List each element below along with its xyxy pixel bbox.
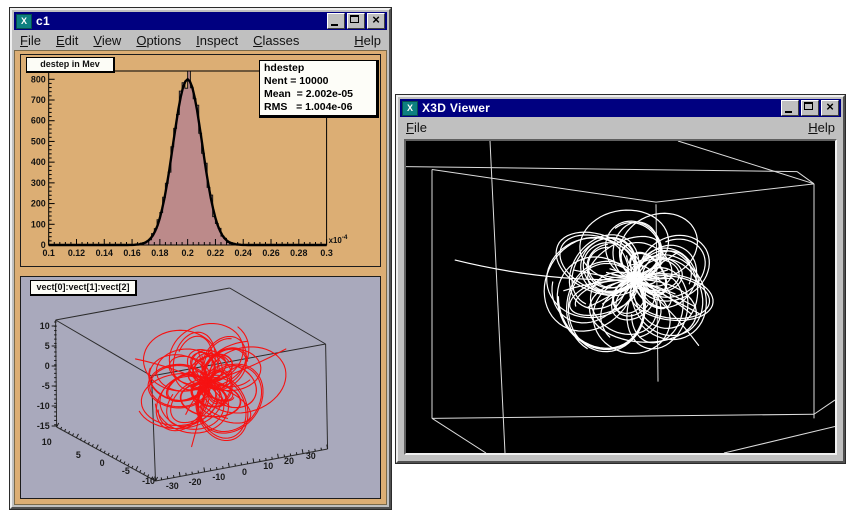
scatter3d-pad[interactable]: 10 5 0 -5 -10 -15 10 5 0 -5 -10 -30 -20 -10 0 10 20 30 ve… (20, 276, 381, 499)
minimize-button-icon[interactable] (327, 13, 345, 29)
svg-text:10: 10 (40, 321, 50, 331)
menu-item-file[interactable]: File (20, 33, 41, 48)
x11-app-icon: X (16, 13, 32, 29)
svg-text:0: 0 (242, 467, 247, 477)
svg-text:-5: -5 (42, 381, 50, 391)
svg-text:-10: -10 (142, 476, 155, 486)
svg-text:0.26: 0.26 (262, 248, 279, 258)
menu-item-help[interactable]: Help (354, 33, 381, 48)
stats-entries: Nent = 10000 (264, 75, 329, 87)
svg-text:-15: -15 (37, 421, 50, 431)
svg-text:100: 100 (31, 219, 46, 229)
menu-bar: File Help (400, 117, 841, 137)
svg-text:-5: -5 (122, 466, 130, 476)
svg-text:10: 10 (42, 437, 52, 447)
x3d-scene[interactable] (406, 141, 835, 453)
svg-text:-20: -20 (189, 477, 202, 487)
menu-item-inspect[interactable]: Inspect (196, 33, 238, 48)
svg-text:0.16: 0.16 (123, 248, 140, 258)
svg-text:-30: -30 (166, 481, 179, 491)
menu-item-options[interactable]: Options (136, 33, 181, 48)
maximize-button-icon[interactable] (801, 100, 819, 116)
title-bar[interactable]: X c1 (14, 12, 387, 30)
menu-item-view[interactable]: View (93, 33, 121, 48)
svg-text:700: 700 (31, 95, 46, 105)
x3d-viewport[interactable] (404, 139, 837, 455)
scatter3d-plot[interactable]: 10 5 0 -5 -10 -15 10 5 0 -5 -10 -30 -20 -10 0 10 20 30 (21, 277, 380, 498)
menu-item-help[interactable]: Help (808, 120, 835, 135)
svg-text:20: 20 (284, 456, 294, 466)
svg-text:600: 600 (31, 116, 46, 126)
svg-text:0: 0 (100, 458, 105, 468)
menu-items: File (406, 120, 442, 135)
svg-text:10: 10 (263, 461, 273, 471)
scatter3d-title-box[interactable]: vect[0]:vect[1]:vect[2] (30, 280, 137, 296)
root-canvas[interactable]: 0 100 200 300 400 500 600 700 800 0.1 0.12 0.14 0.16… (14, 50, 387, 505)
stats-mean: Mean = 2.002e-05 (264, 88, 354, 100)
x11-app-icon: X (402, 100, 418, 116)
svg-text:0.12: 0.12 (68, 248, 85, 258)
svg-text:0: 0 (45, 361, 50, 371)
stats-rms: RMS = 1.004e-06 (264, 101, 353, 113)
pad-gap (20, 267, 381, 276)
histogram-title-box[interactable]: destep in Mev (26, 57, 115, 73)
close-button-icon[interactable] (367, 12, 385, 29)
stats-box[interactable]: hdestep Nent = 10000 Mean = 2.002e-05 RM… (259, 60, 379, 118)
svg-text:0.3: 0.3 (320, 248, 332, 258)
svg-text:0.1: 0.1 (43, 248, 55, 258)
close-button-icon[interactable] (821, 99, 839, 116)
menu-item-edit[interactable]: Edit (56, 33, 78, 48)
svg-text:x10-4: x10-4 (329, 234, 348, 245)
window-title: X3D Viewer (422, 101, 491, 115)
svg-text:0.22: 0.22 (207, 248, 224, 258)
svg-text:30: 30 (306, 451, 316, 461)
svg-text:200: 200 (31, 199, 46, 209)
window-title: c1 (36, 14, 50, 28)
svg-text:800: 800 (31, 74, 46, 84)
svg-text:0.18: 0.18 (151, 248, 168, 258)
svg-text:-10: -10 (212, 472, 225, 482)
svg-text:0.24: 0.24 (235, 248, 252, 258)
svg-text:500: 500 (31, 136, 46, 146)
menu-items: File Edit View Options Inspect Classes (20, 33, 314, 48)
minimize-button-icon[interactable] (781, 100, 799, 116)
svg-text:5: 5 (45, 341, 50, 351)
svg-text:400: 400 (31, 157, 46, 167)
stats-name: hdestep (264, 62, 305, 74)
svg-text:5: 5 (76, 450, 81, 460)
title-bar[interactable]: X X3D Viewer (400, 99, 841, 117)
histogram-pad[interactable]: 0 100 200 300 400 500 600 700 800 0.1 0.12 0.14 0.16… (20, 54, 381, 267)
svg-text:0.14: 0.14 (96, 248, 113, 258)
x3d-viewer-window: X X3D Viewer File Help (396, 95, 845, 463)
svg-text:-10: -10 (37, 401, 50, 411)
menu-item-file[interactable]: File (406, 120, 427, 135)
root-canvas-window: X c1 File Edit View Options Inspect Classes H… (10, 8, 391, 509)
svg-text:300: 300 (31, 178, 46, 188)
svg-text:0.28: 0.28 (290, 248, 307, 258)
maximize-button-icon[interactable] (347, 13, 365, 29)
menu-bar: File Edit View Options Inspect Classes Help (14, 30, 387, 50)
svg-text:0.2: 0.2 (181, 248, 193, 258)
menu-item-classes[interactable]: Classes (253, 33, 299, 48)
